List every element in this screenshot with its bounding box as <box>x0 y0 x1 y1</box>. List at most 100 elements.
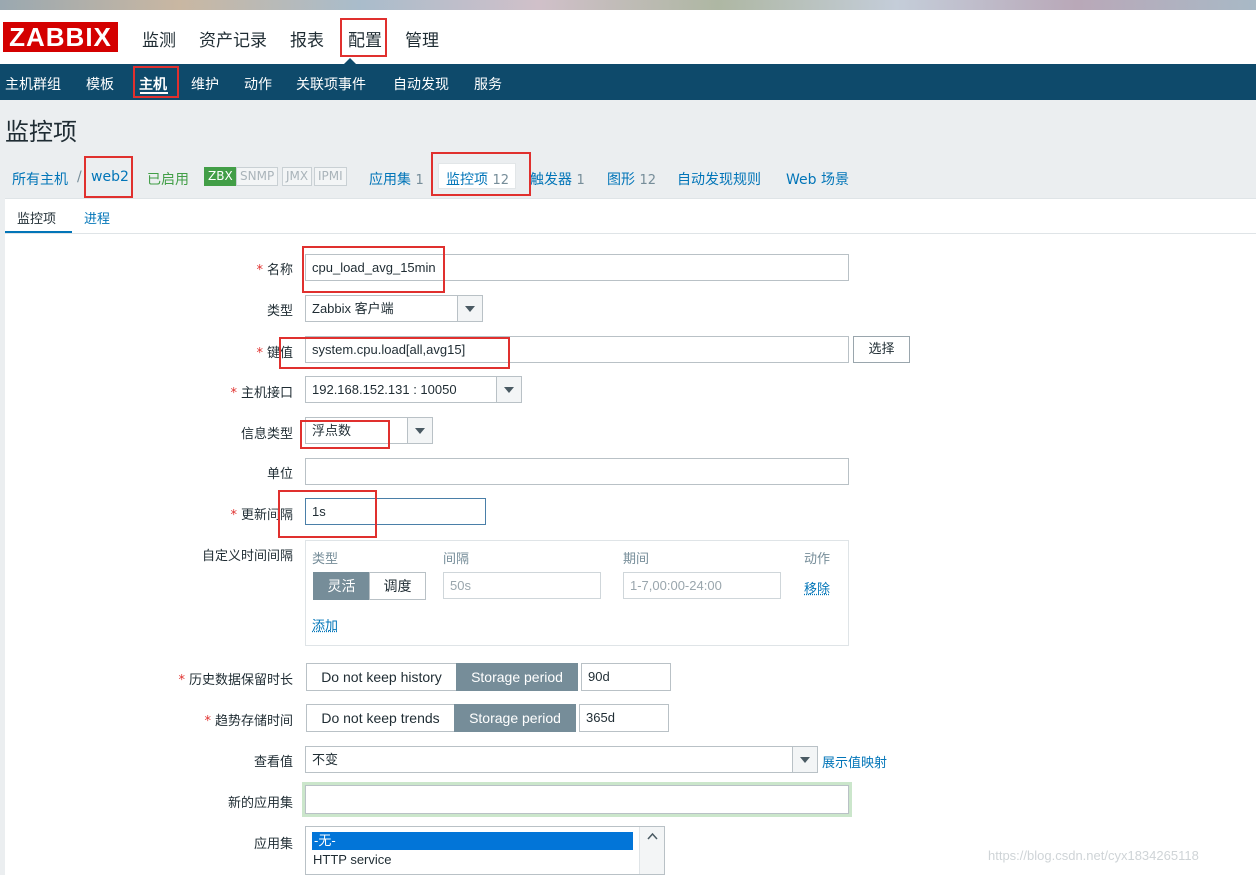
top-bar <box>0 10 1256 64</box>
host-status[interactable]: 已启用 <box>147 169 189 189</box>
name-input[interactable]: cpu_load_avg_15min <box>305 254 849 281</box>
custom-period-input[interactable]: 1-7,00:00-24:00 <box>623 572 781 599</box>
name-label: * 名称 <box>3 259 293 278</box>
key-label: * 键值 <box>3 342 293 361</box>
chevron-up-icon[interactable] <box>640 827 665 847</box>
submenu-maintenance[interactable]: 维护 <box>191 74 219 94</box>
submenu-discovery[interactable]: 自动发现 <box>393 74 449 94</box>
tab-graphs-count: 12 <box>639 173 656 188</box>
zabbix-logo[interactable]: ZABBIX <box>3 22 118 52</box>
form-tab-divider <box>5 233 1256 234</box>
history-label: * 历史数据保留时长 <box>3 669 293 688</box>
chevron-down-icon[interactable] <box>792 747 817 772</box>
chevron-down-icon[interactable] <box>496 377 521 402</box>
tab-applications-label: 应用集 <box>369 172 411 188</box>
menu-administration[interactable]: 管理 <box>405 26 439 51</box>
tab-web-scenarios[interactable]: Web 场景 <box>786 169 849 189</box>
breadcrumb-all-hosts[interactable]: 所有主机 <box>12 169 68 189</box>
add-interval-link[interactable]: 添加 <box>312 615 338 634</box>
trends-no-keep-toggle[interactable]: Do not keep trends <box>306 704 455 732</box>
menu-reports[interactable]: 报表 <box>290 26 324 51</box>
key-label-text: 键值 <box>266 346 293 361</box>
host-interface-label-text: 主机接口 <box>240 386 293 401</box>
trends-storage-toggle[interactable]: Storage period <box>454 704 576 732</box>
show-value-select[interactable]: 不变 <box>305 746 818 773</box>
tab-applications[interactable]: 应用集 1 <box>369 169 424 189</box>
host-interface-select[interactable]: 192.168.152.131 : 10050 <box>305 376 522 403</box>
required-mark: * <box>230 508 237 523</box>
tab-items-label: 监控项 <box>446 172 488 188</box>
form-tab-item[interactable]: 监控项 <box>17 208 56 227</box>
form-tab-preprocessing[interactable]: 进程 <box>84 208 110 227</box>
required-mark: * <box>204 714 211 729</box>
breadcrumb-host[interactable]: web2 <box>91 169 129 185</box>
update-interval-label: * 更新间隔 <box>3 504 293 523</box>
show-value-mappings-link[interactable]: 展示值映射 <box>822 752 887 771</box>
trends-label-text: 趋势存储时间 <box>214 714 293 729</box>
host-interface-label: * 主机接口 <box>3 382 293 401</box>
required-mark: * <box>178 673 185 688</box>
update-interval-label-text: 更新间隔 <box>240 508 293 523</box>
info-type-select[interactable]: 浮点数 <box>305 417 433 444</box>
host-interface-value: 192.168.152.131 : 10050 <box>312 382 457 397</box>
breadcrumb-separator: / <box>77 169 82 185</box>
chevron-down-icon[interactable] <box>457 296 482 321</box>
history-period-input[interactable]: 90d <box>581 663 671 691</box>
applications-label: 应用集 <box>253 837 293 852</box>
submenu-host-groups[interactable]: 主机群组 <box>5 74 61 94</box>
tab-triggers-count: 1 <box>576 173 585 188</box>
tab-items-count: 12 <box>492 173 509 188</box>
submenu-actions[interactable]: 动作 <box>244 74 272 94</box>
submenu-hosts[interactable]: 主机 <box>139 74 167 94</box>
flexible-toggle[interactable]: 灵活 <box>313 572 370 600</box>
name-label-text: 名称 <box>266 263 293 278</box>
menu-monitoring[interactable]: 监测 <box>142 26 176 51</box>
required-mark: * <box>256 263 263 278</box>
tab-graphs[interactable]: 图形 12 <box>607 169 656 189</box>
watermark-text: https://blog.csdn.net/cyx1834265118 <box>988 848 1199 863</box>
remove-interval-link[interactable]: 移除 <box>804 578 830 597</box>
tab-discovery-rules[interactable]: 自动发现规则 <box>677 169 761 189</box>
required-mark: * <box>230 386 237 401</box>
menu-configuration[interactable]: 配置 <box>348 26 382 51</box>
scheduling-toggle[interactable]: 调度 <box>369 572 426 600</box>
history-no-keep-toggle[interactable]: Do not keep history <box>306 663 457 691</box>
show-value-value: 不变 <box>312 752 339 767</box>
active-menu-pointer <box>344 58 356 64</box>
trends-label: * 趋势存储时间 <box>3 710 293 729</box>
sub-navigation <box>0 64 1256 100</box>
submenu-event-correlation[interactable]: 关联项事件 <box>296 74 366 94</box>
type-select[interactable]: Zabbix 客户端 <box>305 295 483 322</box>
trends-period-input[interactable]: 365d <box>579 704 669 732</box>
submenu-services[interactable]: 服务 <box>474 74 502 94</box>
key-input[interactable]: system.cpu.load[all,avg15] <box>305 336 849 363</box>
custom-interval-input[interactable]: 50s <box>443 572 601 599</box>
type-select-value: Zabbix 客户端 <box>312 301 394 316</box>
interface-zbx-badge: ZBX <box>204 167 237 186</box>
interface-ipmi-badge: IPMI <box>314 167 347 186</box>
type-label: 类型 <box>266 304 293 319</box>
interface-jmx-badge: JMX <box>282 167 313 186</box>
tab-triggers[interactable]: 触发器 1 <box>530 169 585 189</box>
required-mark: * <box>256 346 263 361</box>
info-type-value: 浮点数 <box>312 423 352 438</box>
custom-intervals-label: 自定义时间间隔 <box>201 549 293 564</box>
custom-col-period: 期间 <box>623 552 650 567</box>
chevron-down-icon[interactable] <box>407 418 432 443</box>
application-option-http[interactable]: HTTP service <box>313 852 392 867</box>
custom-col-interval: 间隔 <box>443 552 470 567</box>
tab-triggers-label: 触发器 <box>530 172 572 188</box>
interface-snmp-badge: SNMP <box>236 167 279 186</box>
submenu-templates[interactable]: 模板 <box>86 74 114 94</box>
select-key-button[interactable]: 选择 <box>853 336 910 363</box>
history-label-text: 历史数据保留时长 <box>188 673 293 688</box>
applications-scrollbar[interactable] <box>639 827 664 874</box>
history-storage-toggle[interactable]: Storage period <box>456 663 578 691</box>
units-label: 单位 <box>266 467 293 482</box>
tab-items[interactable]: 监控项 12 <box>446 169 509 189</box>
update-interval-input[interactable]: 1s <box>305 498 486 525</box>
menu-inventory[interactable]: 资产记录 <box>199 26 267 51</box>
application-option-none[interactable]: -无- <box>312 832 633 850</box>
new-application-input[interactable] <box>305 785 849 814</box>
units-input[interactable] <box>305 458 849 485</box>
